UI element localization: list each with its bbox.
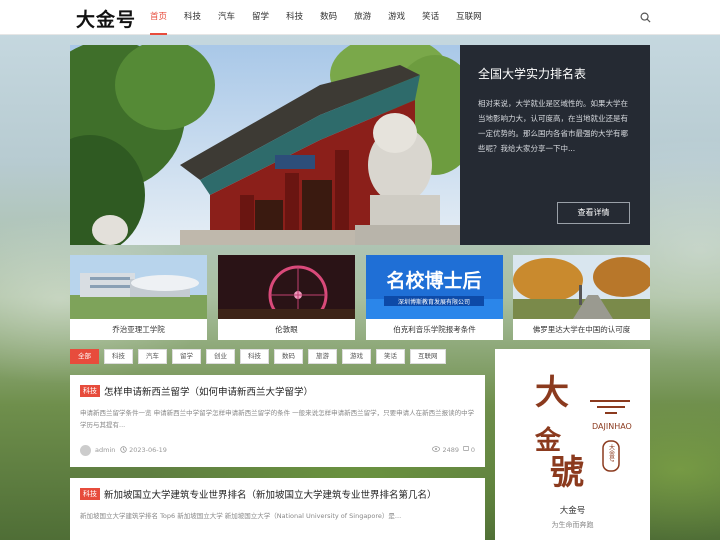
hero-banner: 全国大学实力排名表 相对来说，大学就业是区域性的。如果大学在当地影响力大，认可度… <box>70 45 650 245</box>
site-logo[interactable]: 大金号 <box>76 5 136 31</box>
hero-info-panel: 全国大学实力排名表 相对来说，大学就业是区域性的。如果大学在当地影响力大，认可度… <box>460 45 650 245</box>
nav-item-home[interactable]: 首页 <box>150 0 168 35</box>
tag-startup[interactable]: 创业 <box>206 349 235 364</box>
thumb-image-georgia-tech <box>70 255 207 319</box>
tag-auto[interactable]: 汽车 <box>138 349 167 364</box>
article-author[interactable]: admin <box>95 446 115 454</box>
thumb-label: 乔治亚理工学院 <box>112 325 165 334</box>
thumb-label: 佛罗里达大学在中国的认可度 <box>532 325 631 334</box>
featured-thumbnails: 乔治亚理工学院 伦敦眼 名校博士后 深圳博斯教育发展有限公司 伯克利音乐学院报考… <box>70 255 650 340</box>
article-category-badge[interactable]: 科技 <box>80 385 100 397</box>
logo-seal-text: 大金号 <box>608 443 615 463</box>
article-excerpt: 新加坡国立大学建筑学排名 Top6 新加坡国立大学 新加坡国立大学（Nation… <box>80 512 402 520</box>
search-icon[interactable] <box>640 12 651 23</box>
thumb-card-florida[interactable]: 佛罗里达大学在中国的认可度 <box>513 255 650 340</box>
nav-item-internet[interactable]: 互联网 <box>456 0 482 35</box>
comment-icon <box>462 446 469 451</box>
thumb-banner-subtitle: 深圳博斯教育发展有限公司 <box>398 298 470 306</box>
thumb-banner-title: 名校博士后 <box>386 269 481 292</box>
logo-char-hao: 號 <box>550 453 584 493</box>
hero-description: 相对来说，大学就业是区域性的。如果大学在当地影响力大，认可度高，在当地就业还是有… <box>478 99 628 153</box>
tag-games[interactable]: 游戏 <box>342 349 371 364</box>
hero-image-campus-gate[interactable] <box>70 45 460 245</box>
clock-icon <box>120 446 127 453</box>
logo-english-text: DAJINHAO <box>592 422 632 431</box>
sidebar-slogan: 为生命而奔跑 <box>551 521 594 529</box>
article-meta: admin 2023-06-19 2489 0 <box>80 445 475 457</box>
site-brand-logo[interactable]: 大 金 號 DAJINHAO 大金号 <box>495 349 650 499</box>
site-header: 大金号 首页 科技 汽车 留学 科技 数码 旅游 游戏 笑话 互联网 <box>0 0 720 35</box>
thumb-label: 伯克利音乐学院报考条件 <box>393 325 476 334</box>
article-category-badge[interactable]: 科技 <box>80 488 100 500</box>
tag-jokes[interactable]: 笑话 <box>376 349 405 364</box>
article-views-count: 2489 <box>442 446 459 454</box>
category-filter-tags: 全部 科技 汽车 留学 创业 科技 数码 旅游 游戏 笑话 互联网 <box>70 349 451 365</box>
nav-item-tech[interactable]: 科技 <box>184 0 201 35</box>
tag-study-abroad[interactable]: 留学 <box>172 349 201 364</box>
tag-digital[interactable]: 数码 <box>274 349 303 364</box>
eye-icon <box>432 446 441 452</box>
thumb-card-georgia-tech[interactable]: 乔治亚理工学院 <box>70 255 207 340</box>
article-excerpt: 申请新西兰留学条件一览 申请新西兰中学留学怎样申请新西兰留学的条件 一般来说怎样… <box>80 409 475 429</box>
article-title-row: 科技 怎样申请新西兰留学（如何申请新西兰大学留学） <box>80 384 475 398</box>
nav-item-games[interactable]: 游戏 <box>388 0 405 35</box>
article-title-row: 科技 新加坡国立大学建筑专业世界排名（新加坡国立大学建筑专业世界排名第几名） <box>80 487 475 501</box>
nav-item-study-abroad[interactable]: 留学 <box>252 0 269 35</box>
sidebar-profile-card: 大 金 號 DAJINHAO 大金号 大金号 为生命而奔跑 <box>495 349 650 540</box>
article-title[interactable]: 怎样申请新西兰留学（如何申请新西兰大学留学） <box>104 384 313 398</box>
sidebar-site-name[interactable]: 大金号 <box>495 504 650 516</box>
thumb-image-florida-campus <box>513 255 650 319</box>
thumb-label: 伦敦眼 <box>275 325 298 334</box>
tag-tech-2[interactable]: 科技 <box>240 349 269 364</box>
article-date: 2023-06-19 <box>120 446 167 454</box>
article-comments-count: 0 <box>470 446 475 454</box>
tag-travel[interactable]: 旅游 <box>308 349 337 364</box>
article-date-text: 2023-06-19 <box>129 446 167 454</box>
tag-tech[interactable]: 科技 <box>104 349 133 364</box>
thumb-image-london-eye <box>218 255 355 319</box>
author-avatar <box>80 445 91 456</box>
article-views: 2489 <box>432 446 459 454</box>
thumb-card-berklee[interactable]: 名校博士后 深圳博斯教育发展有限公司 伯克利音乐学院报考条件 <box>366 255 503 340</box>
view-details-button[interactable]: 查看详情 <box>557 202 630 224</box>
nav-item-digital[interactable]: 数码 <box>320 0 337 35</box>
nav-item-travel[interactable]: 旅游 <box>354 0 371 35</box>
thumb-image-postdoc-banner: 名校博士后 深圳博斯教育发展有限公司 <box>366 255 503 319</box>
nav-item-tech-2[interactable]: 科技 <box>286 0 303 35</box>
main-nav: 首页 科技 汽车 留学 科技 数码 旅游 游戏 笑话 互联网 <box>150 0 499 35</box>
nav-item-auto[interactable]: 汽车 <box>218 0 235 35</box>
article-card[interactable]: 科技 怎样申请新西兰留学（如何申请新西兰大学留学） 申请新西兰留学条件一览 申请… <box>70 375 485 467</box>
logo-char-jin: 金 <box>534 425 562 456</box>
thumb-card-london-eye[interactable]: 伦敦眼 <box>218 255 355 340</box>
nav-item-jokes[interactable]: 笑话 <box>422 0 439 35</box>
article-title[interactable]: 新加坡国立大学建筑专业世界排名（新加坡国立大学建筑专业世界排名第几名） <box>104 487 437 501</box>
tag-internet[interactable]: 互联网 <box>410 349 446 364</box>
logo-char-da: 大 <box>535 373 569 413</box>
article-comments: 0 <box>462 446 475 454</box>
article-card[interactable]: 科技 新加坡国立大学建筑专业世界排名（新加坡国立大学建筑专业世界排名第几名） 新… <box>70 478 485 540</box>
hero-title[interactable]: 全国大学实力排名表 <box>478 65 632 82</box>
tag-all[interactable]: 全部 <box>70 349 99 364</box>
